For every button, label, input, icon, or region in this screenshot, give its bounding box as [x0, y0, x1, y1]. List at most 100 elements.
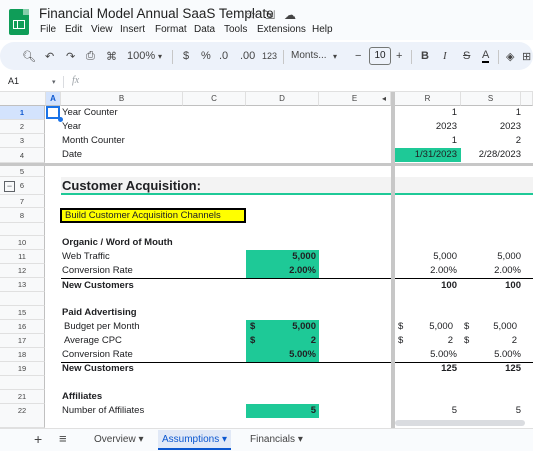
- menu-insert[interactable]: Insert: [120, 24, 145, 35]
- cell-s22[interactable]: 5: [461, 404, 521, 418]
- sheet-tab-overview[interactable]: Overview ▾: [90, 430, 148, 450]
- row-header[interactable]: 12: [0, 264, 45, 278]
- row-header[interactable]: 1: [0, 106, 45, 120]
- decrease-font-size-icon[interactable]: −: [355, 50, 361, 62]
- label-new-customers[interactable]: New Customers: [62, 362, 134, 376]
- cell-s3[interactable]: 2: [461, 134, 521, 148]
- cell-r17[interactable]: 2: [395, 334, 453, 348]
- move-folder-icon[interactable]: ⇲: [265, 8, 275, 22]
- redo-icon[interactable]: ↷: [66, 50, 75, 63]
- cell-s12[interactable]: 2.00%: [461, 264, 521, 278]
- decrease-decimal-button[interactable]: .0: [219, 50, 228, 62]
- row-header[interactable]: 17: [0, 334, 45, 348]
- row-header[interactable]: 7: [0, 195, 45, 208]
- formula-input[interactable]: [90, 74, 530, 88]
- column-header-a[interactable]: A: [46, 92, 61, 106]
- font-family-select[interactable]: Monts...: [291, 50, 327, 61]
- percent-format-button[interactable]: %: [201, 50, 211, 62]
- affiliates-header[interactable]: Affiliates: [62, 390, 102, 404]
- label-budget[interactable]: Budget per Month: [64, 320, 140, 334]
- sheet-tab-assumptions[interactable]: Assumptions ▾: [158, 430, 232, 450]
- build-channels-callout[interactable]: Build Customer Acquisition Channels: [60, 208, 246, 223]
- column-header-b[interactable]: B: [61, 92, 183, 106]
- row-header[interactable]: 18: [0, 348, 45, 362]
- row-header[interactable]: 15: [0, 306, 45, 320]
- label-web-traffic[interactable]: Web Traffic: [62, 250, 110, 264]
- sheet-tab-financials[interactable]: Financials ▾: [246, 430, 307, 450]
- cell-s2[interactable]: 2023: [461, 120, 521, 134]
- cell-r18[interactable]: 5.00%: [395, 348, 457, 362]
- column-header-s[interactable]: S: [461, 92, 521, 106]
- row-header[interactable]: 2: [0, 120, 45, 134]
- cell-r19[interactable]: 125: [395, 362, 457, 376]
- label-average-cpc[interactable]: Average CPC: [64, 334, 122, 348]
- sheets-logo-icon[interactable]: [9, 9, 29, 35]
- name-box-chevron-icon[interactable]: ▾: [52, 78, 56, 86]
- menu-edit[interactable]: Edit: [65, 24, 82, 35]
- cell-r11[interactable]: 5,000: [395, 250, 457, 264]
- column-header-t[interactable]: [521, 92, 533, 106]
- row-header[interactable]: 22: [0, 404, 45, 428]
- section-title[interactable]: Customer Acquisition:: [62, 178, 201, 194]
- strikethrough-button[interactable]: S: [463, 50, 470, 62]
- chevron-down-icon[interactable]: ▾: [298, 434, 303, 445]
- menu-format[interactable]: Format: [155, 24, 187, 35]
- horizontal-scrollbar[interactable]: [395, 420, 525, 426]
- menu-view[interactable]: View: [91, 24, 113, 35]
- row-header[interactable]: 10: [0, 236, 45, 250]
- cell-r22[interactable]: 5: [395, 404, 457, 418]
- label-date[interactable]: Date: [62, 148, 82, 162]
- menu-extensions[interactable]: Extensions: [257, 24, 306, 35]
- row-header[interactable]: 3: [0, 134, 45, 148]
- fill-color-icon[interactable]: ◈: [506, 50, 514, 63]
- collapse-left-icon[interactable]: ◂: [382, 94, 386, 103]
- label-month-counter[interactable]: Month Counter: [62, 134, 125, 148]
- increase-decimal-button[interactable]: .00: [240, 50, 255, 62]
- cell-s18[interactable]: 5.00%: [461, 348, 521, 362]
- increase-font-size-icon[interactable]: +: [396, 50, 402, 62]
- cell-s4[interactable]: 2/28/2023: [461, 148, 521, 162]
- zoom-select[interactable]: 100%: [127, 50, 155, 62]
- cell-s13[interactable]: 100: [461, 279, 521, 293]
- cell-r13[interactable]: 100: [395, 279, 457, 293]
- column-header-e[interactable]: E: [319, 92, 391, 106]
- star-icon[interactable]: ☆: [246, 8, 257, 22]
- row-header[interactable]: 21: [0, 390, 45, 404]
- input-average-cpc[interactable]: 2: [246, 334, 316, 348]
- column-header-d[interactable]: D: [246, 92, 319, 106]
- input-conversion-rate[interactable]: 2.00%: [246, 264, 319, 278]
- label-new-customers[interactable]: New Customers: [62, 279, 134, 293]
- currency-format-button[interactable]: $: [183, 50, 189, 62]
- input-web-traffic[interactable]: 5,000: [246, 250, 319, 264]
- borders-icon[interactable]: ⊞: [522, 50, 531, 63]
- select-all-corner[interactable]: [0, 92, 46, 106]
- cell-s17[interactable]: 2: [461, 334, 517, 348]
- row-header[interactable]: 11: [0, 250, 45, 264]
- cell-r16[interactable]: 5,000: [395, 320, 453, 334]
- cell-s11[interactable]: 5,000: [461, 250, 521, 264]
- input-number-of-affiliates[interactable]: 5: [246, 404, 319, 418]
- cell-r1[interactable]: 1: [395, 106, 457, 120]
- label-number-of-affiliates[interactable]: Number of Affiliates: [62, 404, 144, 418]
- chevron-down-icon[interactable]: ▾: [222, 434, 227, 445]
- more-formats-button[interactable]: 123: [262, 51, 277, 61]
- add-sheet-icon[interactable]: +: [34, 431, 42, 447]
- all-sheets-icon[interactable]: ≡: [59, 431, 67, 446]
- cell-r3[interactable]: 1: [395, 134, 457, 148]
- document-title[interactable]: Financial Model Annual SaaS Template: [39, 6, 274, 21]
- undo-icon[interactable]: ↶: [45, 50, 54, 63]
- row-header[interactable]: 4: [0, 148, 45, 163]
- row-header[interactable]: 16: [0, 320, 45, 334]
- row-header[interactable]: 19: [0, 362, 45, 376]
- column-header-r[interactable]: R: [395, 92, 461, 106]
- cloud-status-icon[interactable]: ☁: [284, 8, 296, 22]
- cell-s1[interactable]: 1: [461, 106, 521, 120]
- search-menus-icon[interactable]: 🔍︎: [22, 50, 36, 63]
- menu-data[interactable]: Data: [194, 24, 215, 35]
- cell-r4[interactable]: 1/31/2023: [395, 148, 461, 162]
- label-conversion-rate[interactable]: Conversion Rate: [62, 348, 133, 362]
- font-size-input[interactable]: 10: [369, 47, 391, 65]
- row-header[interactable]: 5: [0, 166, 45, 177]
- input-budget[interactable]: 5,000: [246, 320, 316, 334]
- label-year-counter[interactable]: Year Counter: [62, 106, 118, 120]
